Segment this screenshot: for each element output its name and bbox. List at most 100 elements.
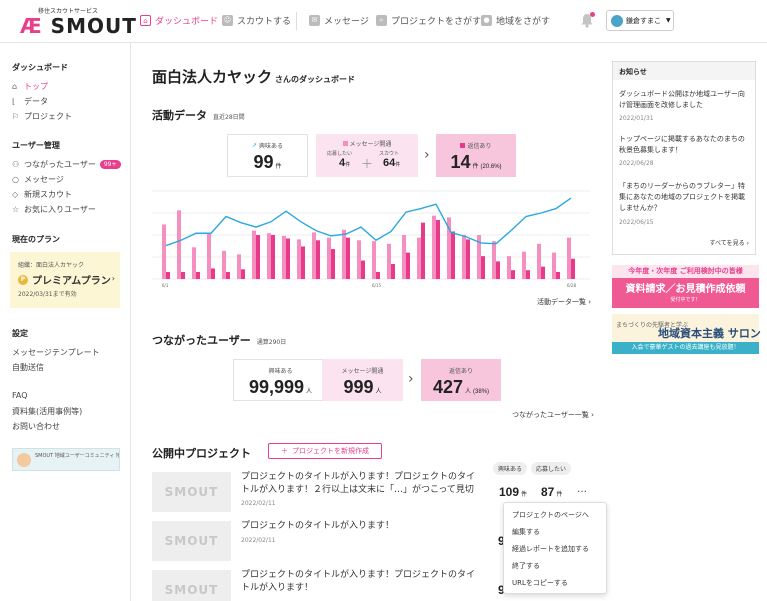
chart-bar-message (297, 239, 301, 279)
chart-bar-message (552, 252, 556, 279)
chart-bar-message (402, 235, 406, 279)
sidebar-heading-dashboard: ダッシュボード (12, 63, 68, 72)
chart-bar-message (207, 233, 211, 279)
menu-item-end[interactable]: 終了する (512, 561, 540, 571)
chart-bar-reply (526, 270, 530, 279)
project-thumbnail[interactable]: SMOUT (152, 521, 231, 561)
project-date: 2022/02/11 (241, 537, 276, 544)
menu-item-project-page[interactable]: プロジェクトのページへ (512, 510, 589, 520)
sidebar-heading-plan: 現在のプラン (12, 235, 60, 244)
sidebar-item-faq[interactable]: FAQ (12, 391, 28, 400)
chart-icon: ⌊ (12, 96, 16, 106)
activity-data-link[interactable]: 活動データ一覧 › (537, 297, 591, 307)
new-project-button[interactable]: ＋プロジェクトを新規作成 (268, 443, 382, 459)
chart-bar-reply (466, 239, 470, 279)
x-tick-label: 6/28 (567, 283, 576, 288)
avatar (611, 14, 623, 27)
chart-bar-reply (226, 271, 230, 279)
page-title: 面白法人カヤック さんのダッシュボード (152, 68, 356, 86)
message-icon: ✉ (309, 15, 320, 26)
sidebar-item-top[interactable]: ⌂ トップ (12, 81, 48, 92)
chart-bar-reply (271, 235, 275, 279)
project-title[interactable]: プロジェクトのタイトルが入ります！プロジェクトのタイトルが入ります！ (241, 569, 481, 595)
chart-bar-message (342, 229, 346, 279)
community-banner[interactable]: SMOUT 地域ユーザーコミュニティ 地域部屋 (12, 448, 120, 471)
chevron-right-icon: › (111, 274, 115, 283)
scout-icon: ☺ (222, 15, 233, 26)
chevron-down-icon: ▼ (666, 17, 671, 24)
chart-bar-reply (241, 269, 245, 279)
estimate-request-banner[interactable]: 今年度・次年度 ご利用検討中の皆様 資料請求／お見積作成依頼 受付中です！ (612, 265, 759, 308)
sidebar-heading-settings: 設定 (12, 329, 28, 338)
sidebar-item-project[interactable]: ⚐ プロジェクト (12, 111, 72, 122)
notice-item[interactable]: トップページに掲載するあなたのまちの秋景色募集します！ (619, 134, 751, 156)
project-thumbnail[interactable]: SMOUT (152, 472, 231, 512)
count-badge: 99+ (99, 160, 121, 169)
see-all-notices-link[interactable]: すべてを見る › (709, 238, 749, 247)
sidebar-item-contact[interactable]: お問い合わせ (12, 421, 60, 432)
project-title[interactable]: プロジェクトのタイトルが入ります！プロジェクトのタイトルが入ります！２行以上は文… (241, 471, 481, 497)
chart-bar-message (267, 233, 271, 279)
sidebar-item-message-template[interactable]: メッセージテンプレート (12, 347, 100, 358)
sidebar-item-connected-users[interactable]: ⚇ つながったユーザー 99+ (12, 159, 121, 170)
chart-bar-reply (376, 271, 380, 279)
notification-bell-icon[interactable] (580, 12, 595, 28)
search-icon: ⌕ (376, 15, 387, 26)
chart-bar-message (192, 247, 196, 279)
notice-item[interactable]: ダッシュボード公開ほか地域ユーザー向け管理画面を改修しました (619, 89, 751, 111)
chart-bar-message (462, 235, 466, 279)
chart-bar-reply (196, 271, 200, 279)
sidebar-item-auto-send[interactable]: 自動送信 (12, 362, 44, 373)
column-interest-tag: 興味ある (493, 462, 528, 475)
project-date: 2022/02/11 (241, 500, 276, 507)
more-options-icon[interactable]: … (577, 484, 587, 495)
chart-bar-message (312, 232, 316, 279)
chart-bar-reply (481, 256, 485, 279)
connected-reply-card: 返信あり 427 人 (38%) (421, 359, 501, 401)
notice-panel: お知らせ ダッシュボード公開ほか地域ユーザー向け管理画面を改修しました 2022… (612, 61, 756, 255)
chart-bar-message (522, 251, 526, 279)
column-apply-tag: 応募したい (531, 462, 572, 475)
nav-dashboard[interactable]: ⌂ ダッシュボード (140, 14, 218, 27)
activity-heading: 活動データ 直近28日間 (152, 109, 245, 122)
chart-bar-message (162, 224, 166, 279)
menu-item-copy-url[interactable]: URLをコピーする (512, 578, 568, 588)
sidebar-item-favorites[interactable]: ☆ お気に入りユーザー (12, 204, 96, 215)
logo-mark: Æ (20, 14, 43, 38)
trend-icon: ↗ (251, 142, 257, 149)
flag-icon: ⚐ (12, 111, 20, 121)
connected-message-card: メッセージ開通 999 人 (322, 359, 403, 401)
activity-message-card: メッセージ開通 応募したい スカウト 4件 ＋ 64件 (316, 134, 418, 177)
chart-bar-message (222, 250, 226, 279)
connected-users-link[interactable]: つながったユーザー一覧 › (512, 410, 594, 420)
menu-item-edit[interactable]: 編集する (512, 527, 540, 537)
sidebar-item-new-scout[interactable]: ◇ 新規スカウト (12, 189, 72, 200)
logo[interactable]: Æ SMOUT (20, 14, 137, 38)
plan-card[interactable]: 組織：面白法人カヤック P プレミアムプラン 2022/03/31まで有効 › (10, 252, 120, 308)
plan-name: P プレミアムプラン (18, 272, 111, 287)
home-icon: ⌂ (140, 15, 151, 26)
nav-divider (296, 12, 297, 30)
chart-bar-reply (361, 260, 365, 279)
chart-bar-message (327, 237, 331, 279)
sidebar-heading-users: ユーザー管理 (12, 141, 60, 150)
community-banner-text: SMOUT 地域ユーザーコミュニティ 地域部屋 (35, 453, 119, 459)
nav-scout[interactable]: ☺ スカウトする (222, 14, 291, 27)
nav-message[interactable]: ✉ メッセージ (309, 14, 369, 27)
salon-banner[interactable]: まちづくりの先駆者と学ぶ 地域資本主義 サロン 入会で豪華ゲストの過去講座も見放… (612, 314, 761, 354)
logo-word: SMOUT (50, 14, 137, 38)
project-thumbnail[interactable]: SMOUT (152, 570, 231, 601)
chart-bar-reply (541, 266, 545, 279)
sidebar-item-data[interactable]: ⌊ データ (12, 96, 48, 107)
menu-item-add-report[interactable]: 経過レポートを追加する (512, 544, 589, 554)
chart-bar-reply (211, 268, 215, 279)
notice-item[interactable]: 「まちのリーダーからのラブレター」特集にあなたの地域のプロジェクトを掲載しません… (619, 181, 751, 214)
sidebar-item-docs[interactable]: 資料集(活用事例等) (12, 406, 82, 417)
nav-find-regions[interactable]: ● 地域をさがす (481, 14, 550, 27)
sidebar-item-messages[interactable]: ○ メッセージ (12, 174, 64, 185)
nav-find-projects[interactable]: ⌕ プロジェクトをさがす (376, 14, 481, 27)
x-tick-label: 6/15 (372, 283, 381, 288)
user-menu[interactable]: 鎌倉すまこ ▼ (606, 10, 674, 31)
project-title[interactable]: プロジェクトのタイトルが入ります！ (241, 520, 481, 533)
chart-bar-message (252, 230, 256, 279)
